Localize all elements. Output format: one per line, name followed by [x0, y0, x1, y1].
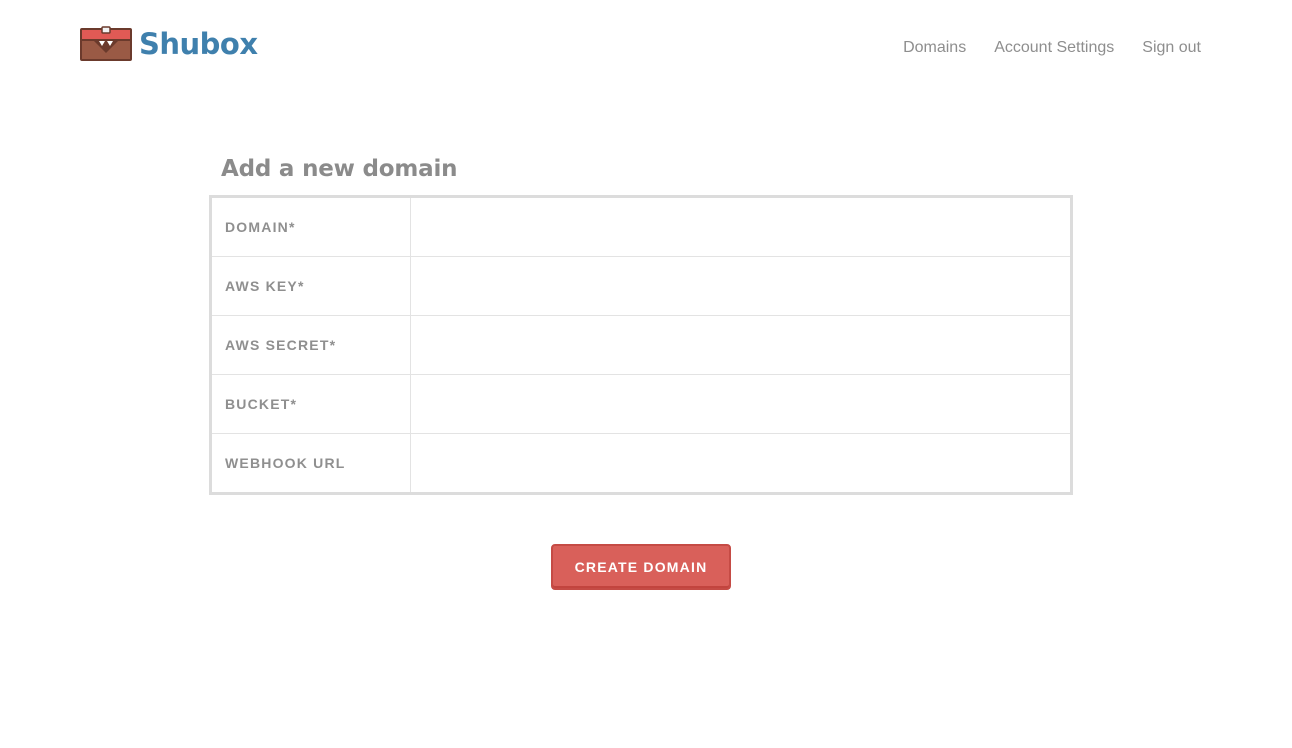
brand-logo-link[interactable]: Shubox — [80, 26, 258, 62]
brand-name: Shubox — [139, 27, 258, 61]
form-row-bucket: BUCKET* — [212, 374, 1070, 433]
site-header: Shubox Domains Account Settings Sign out — [0, 0, 1292, 100]
page-title: Add a new domain — [221, 156, 458, 182]
aws-secret-label: AWS SECRET* — [212, 316, 411, 374]
aws-key-field[interactable] — [411, 257, 1070, 315]
domain-label: DOMAIN* — [212, 198, 411, 256]
webhook-url-label: WEBHOOK URL — [212, 434, 411, 492]
form-row-aws-key: AWS KEY* — [212, 256, 1070, 315]
aws-key-label: AWS KEY* — [212, 257, 411, 315]
aws-secret-field[interactable] — [411, 316, 1070, 374]
new-domain-form: DOMAIN* AWS KEY* AWS SECRET* BUCKET* WEB… — [209, 195, 1073, 495]
create-domain-button[interactable]: CREATE DOMAIN — [551, 544, 731, 590]
bucket-field[interactable] — [411, 375, 1070, 433]
nav-link-account-settings[interactable]: Account Settings — [994, 37, 1114, 59]
main-nav: Domains Account Settings Sign out — [903, 37, 1201, 59]
form-row-webhook-url: WEBHOOK URL — [212, 433, 1070, 492]
nav-link-sign-out[interactable]: Sign out — [1142, 37, 1201, 59]
webhook-url-field[interactable] — [411, 434, 1070, 492]
form-row-aws-secret: AWS SECRET* — [212, 315, 1070, 374]
nav-link-domains[interactable]: Domains — [903, 37, 966, 59]
domain-field[interactable] — [411, 198, 1070, 256]
form-row-domain: DOMAIN* — [212, 198, 1070, 256]
bucket-label: BUCKET* — [212, 375, 411, 433]
treasure-chest-icon — [80, 26, 132, 61]
